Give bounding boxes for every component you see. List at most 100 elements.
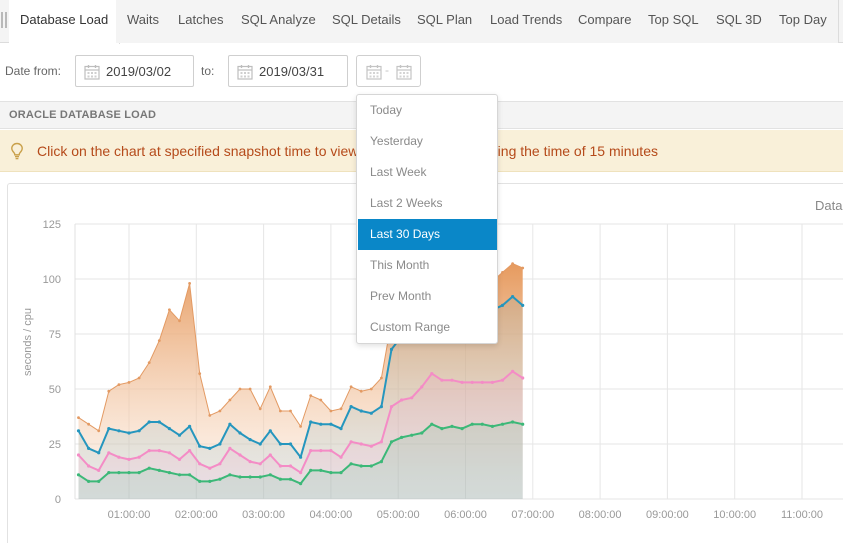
data-point <box>198 462 202 466</box>
data-point <box>339 471 343 475</box>
x-tick-label: 09:00:00 <box>646 509 689 521</box>
data-point <box>521 266 525 270</box>
data-point <box>279 409 282 413</box>
data-point <box>349 440 353 444</box>
range-option-last-30-days[interactable]: Last 30 Days <box>358 219 497 250</box>
data-point <box>76 473 81 477</box>
data-point <box>379 460 383 464</box>
data-point <box>177 457 182 461</box>
data-point <box>157 449 161 453</box>
data-point <box>349 385 353 389</box>
data-point <box>309 449 313 453</box>
data-point <box>228 398 232 402</box>
data-point <box>339 407 343 411</box>
data-point <box>258 442 262 446</box>
data-point <box>127 457 131 461</box>
data-point <box>87 479 91 483</box>
data-point <box>369 464 373 468</box>
x-tick-label: 07:00:00 <box>511 509 554 521</box>
data-point <box>198 479 202 483</box>
data-point <box>228 422 232 426</box>
data-point <box>510 369 515 373</box>
x-tick-label: 11:00:00 <box>781 509 823 521</box>
date-range-dropdown: Today Yesterday Last Week Last 2 Weeks L… <box>356 94 498 344</box>
x-tick-label: 03:00:00 <box>242 509 285 521</box>
data-point <box>258 475 262 479</box>
data-point <box>238 387 242 391</box>
data-point <box>299 471 303 475</box>
data-point <box>218 442 222 446</box>
data-point <box>208 446 212 450</box>
data-point <box>278 477 282 481</box>
x-tick-label: 08:00:00 <box>579 509 622 521</box>
data-point <box>107 389 111 393</box>
range-option-last-week[interactable]: Last Week <box>358 157 497 188</box>
data-point <box>430 372 434 376</box>
range-option-today[interactable]: Today <box>358 95 497 126</box>
y-axis-label: seconds / cpu <box>22 308 34 376</box>
data-point <box>319 449 323 453</box>
data-point <box>107 451 111 455</box>
data-point <box>299 425 302 428</box>
data-point <box>117 455 121 459</box>
data-point <box>218 477 222 481</box>
data-point <box>288 464 293 468</box>
data-point <box>380 376 383 380</box>
range-option-custom-range[interactable]: Custom Range <box>358 312 497 343</box>
x-tick-label: 02:00:00 <box>175 509 218 521</box>
data-point <box>470 380 474 384</box>
data-point <box>420 431 424 435</box>
range-option-last-2-weeks[interactable]: Last 2 Weeks <box>358 188 497 219</box>
data-point <box>410 396 414 400</box>
data-point <box>238 453 242 457</box>
data-point <box>228 446 232 450</box>
data-point <box>379 405 383 409</box>
data-point <box>127 471 131 475</box>
range-option-prev-month[interactable]: Prev Month <box>358 281 497 312</box>
data-point <box>289 409 292 413</box>
range-option-yesterday[interactable]: Yesterday <box>358 126 497 157</box>
data-point <box>117 429 121 433</box>
data-point <box>511 262 514 265</box>
y-tick-label: 0 <box>55 494 61 506</box>
range-option-this-month[interactable]: This Month <box>358 250 497 281</box>
x-tick-label: 01:00:00 <box>108 509 151 521</box>
data-point <box>501 271 504 274</box>
x-tick-label: 04:00:00 <box>309 509 352 521</box>
data-point <box>278 442 282 446</box>
data-point <box>228 473 232 477</box>
data-point <box>188 424 192 428</box>
data-point <box>97 451 101 455</box>
data-point <box>87 464 91 468</box>
data-point <box>97 429 101 433</box>
data-point <box>268 453 272 457</box>
data-point <box>510 420 515 424</box>
data-point <box>117 383 121 386</box>
data-point <box>319 468 323 472</box>
data-point <box>379 440 383 444</box>
data-point <box>440 427 444 431</box>
data-point <box>521 422 525 426</box>
y-tick-label: 50 <box>49 384 61 396</box>
data-point <box>76 429 81 433</box>
data-point <box>188 473 192 477</box>
y-tick-label: 25 <box>49 439 61 451</box>
data-point <box>157 468 161 472</box>
data-point <box>167 427 171 431</box>
data-point <box>137 376 141 380</box>
data-point <box>177 433 182 437</box>
data-point <box>177 473 182 477</box>
data-point <box>450 378 454 382</box>
data-point <box>87 422 90 426</box>
data-point <box>97 468 101 472</box>
data-point <box>309 468 313 472</box>
data-point <box>450 424 454 428</box>
data-point <box>117 471 121 475</box>
data-point <box>329 422 333 426</box>
data-point <box>490 424 494 428</box>
data-point <box>268 429 272 433</box>
data-point <box>500 422 505 426</box>
data-point <box>157 339 161 342</box>
data-point <box>167 451 171 455</box>
data-point <box>248 387 252 391</box>
